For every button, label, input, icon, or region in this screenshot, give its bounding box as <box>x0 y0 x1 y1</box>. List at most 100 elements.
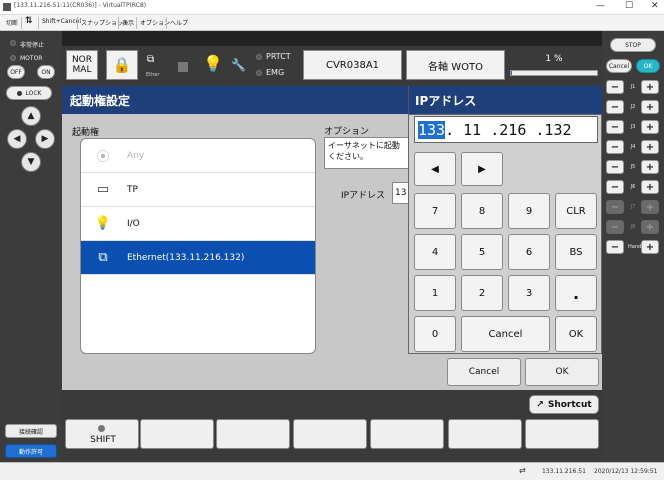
cancel-side-button[interactable]: Cancel <box>606 59 632 73</box>
menu-help[interactable]: ヘルプ <box>170 18 188 27</box>
jog-plus-j1-button[interactable]: + <box>641 80 659 94</box>
prtct-lamp <box>256 54 262 60</box>
keypad-ip-input[interactable]: 133. 11 .216 .132 <box>414 116 598 143</box>
keypad-key-8[interactable]: 8 <box>461 193 503 229</box>
connection-check-button[interactable]: 接続確認 <box>5 424 57 438</box>
jog-plus-j6-button[interactable]: + <box>641 180 659 194</box>
option-section-label: オプション <box>324 127 370 137</box>
jog-label-j3: J3 <box>630 124 636 130</box>
cursor-left-button[interactable]: ◀ <box>414 152 456 186</box>
list-item-label: TP <box>127 184 138 195</box>
jog-minus-j1-button[interactable]: − <box>606 80 624 94</box>
motor-off-button[interactable]: OFF <box>7 65 25 79</box>
list-item-ethernet[interactable]: ⧉ Ethernet(133.11.216.132) <box>81 241 315 275</box>
list-item-any[interactable]: ⦿ Any <box>81 139 315 173</box>
cursor-right-button[interactable]: ▶ <box>461 152 503 186</box>
jog-minus-j3-button[interactable]: − <box>606 120 624 134</box>
shift-key[interactable]: SHIFT <box>65 419 139 449</box>
tp-icon: ▭ <box>96 182 110 197</box>
keypad-key-dot[interactable]: . <box>555 275 597 311</box>
keypad-header: IPアドレス <box>408 86 602 114</box>
shortcut-button[interactable]: ↗ Shortcut <box>529 395 599 414</box>
motor-label: MOTOR <box>20 55 43 62</box>
jog-plus-j2-button[interactable]: + <box>641 100 659 114</box>
ether-label: Ether <box>146 72 160 78</box>
jog-label-j2: J2 <box>630 104 636 110</box>
axis-mode[interactable]: 各軸 WOTO <box>406 50 505 80</box>
function-key-3[interactable] <box>293 419 367 449</box>
ok-side-button[interactable]: OK <box>636 59 660 73</box>
emg-lamp <box>256 70 262 76</box>
jog-label-hand: Hand <box>628 244 642 250</box>
jog-minus-hand-button[interactable]: − <box>606 240 624 254</box>
jog-plus-j4-button[interactable]: + <box>641 140 659 154</box>
dialog-ok-button[interactable]: OK <box>525 358 599 386</box>
arrow-up-button[interactable]: ▲ <box>21 106 41 126</box>
function-key-6[interactable] <box>525 419 599 449</box>
menu-shift-cancel[interactable]: Shift+Cancel <box>42 18 81 25</box>
function-key-5[interactable] <box>448 419 522 449</box>
motion-permit-button[interactable]: 動作許可 <box>5 444 57 458</box>
status-bar: ⇄ 133.11.216.51 2020/12/13 12:59:51 <box>0 462 664 480</box>
function-key-1[interactable] <box>140 419 214 449</box>
mode-indicator[interactable]: NOR MAL <box>66 50 98 80</box>
connection-icon: ⇄ <box>519 466 526 475</box>
list-item-tp[interactable]: ▭ TP <box>81 173 315 207</box>
motor-on-button[interactable]: ON <box>37 65 55 79</box>
minimize-button[interactable]: — <box>596 1 605 11</box>
swap-arrows-icon[interactable]: ⇅ <box>25 16 33 26</box>
jog-plus-j8-button[interactable]: + <box>641 220 659 234</box>
keypad-key-3[interactable]: 3 <box>508 275 550 311</box>
list-item-label: Ethernet(133.11.216.132) <box>127 252 245 263</box>
jog-plus-j5-button[interactable]: + <box>641 160 659 174</box>
keypad-key-bs[interactable]: BS <box>555 234 597 270</box>
arrow-right-button[interactable]: ▶ <box>35 129 55 149</box>
option-text-line-1: イーサネットに起動 <box>328 141 400 150</box>
jog-minus-j5-button[interactable]: − <box>606 160 624 174</box>
menu-cut[interactable]: 切断 <box>6 18 18 27</box>
close-button[interactable]: ✕ <box>651 1 659 11</box>
keypad-key-9[interactable]: 9 <box>508 193 550 229</box>
emergency-lamp <box>10 40 16 46</box>
status-square-icon <box>178 62 188 72</box>
function-key-2[interactable] <box>216 419 290 449</box>
keypad-key-cancel[interactable]: Cancel <box>461 316 550 352</box>
io-bulb-icon: 💡 <box>94 216 112 231</box>
keypad-key-4[interactable]: 4 <box>414 234 456 270</box>
keypad-key-5[interactable]: 5 <box>461 234 503 270</box>
ip-remaining-octets: . 11 .216 .132 <box>445 120 572 139</box>
keypad-key-6[interactable]: 6 <box>508 234 550 270</box>
stop-button[interactable]: STOP <box>610 38 656 52</box>
jog-minus-j2-button[interactable]: − <box>606 100 624 114</box>
jog-minus-j4-button[interactable]: − <box>606 140 624 154</box>
menu-view[interactable]: 表示 <box>122 18 134 27</box>
list-item-io[interactable]: 💡 I/O <box>81 207 315 241</box>
function-key-4[interactable] <box>370 419 444 449</box>
jog-minus-j7-button[interactable]: − <box>606 200 624 214</box>
dialog-cancel-button[interactable]: Cancel <box>447 358 521 386</box>
lock-icon[interactable]: 🔒 <box>106 50 138 80</box>
keypad-key-ok[interactable]: OK <box>555 316 597 352</box>
jog-minus-j8-button[interactable]: − <box>606 220 624 234</box>
robot-name[interactable]: CVR038A1 <box>303 50 402 80</box>
lock-button[interactable]: LOCK <box>6 86 52 100</box>
left-control-panel: 非常停止 MOTOR OFF ON LOCK ▲ ◀ ▶ ▼ 接続確認 動作許可 <box>0 31 62 462</box>
arrow-down-button[interactable]: ▼ <box>21 152 41 172</box>
arrow-left-button[interactable]: ◀ <box>7 129 27 149</box>
keypad-key-1[interactable]: 1 <box>414 275 456 311</box>
keypad-key-clr[interactable]: CLR <box>555 193 597 229</box>
jog-plus-hand-button[interactable]: + <box>641 240 659 254</box>
jog-label-j1: J1 <box>630 84 636 90</box>
keypad-key-2[interactable]: 2 <box>461 275 503 311</box>
keypad-key-0[interactable]: 0 <box>414 316 456 352</box>
jog-minus-j6-button[interactable]: − <box>606 180 624 194</box>
wrench-icon: 🔧 <box>231 58 246 72</box>
ip-selected-octet: 133 <box>418 120 446 139</box>
option-description: イーサネットに起動 ください。 <box>324 137 410 169</box>
maximize-button[interactable]: ☐ <box>625 1 633 11</box>
jog-plus-j3-button[interactable]: + <box>641 120 659 134</box>
keypad-key-7[interactable]: 7 <box>414 193 456 229</box>
jog-label-j6: J6 <box>630 184 636 190</box>
jog-plus-j7-button[interactable]: + <box>641 200 659 214</box>
lock-label: LOCK <box>25 89 42 97</box>
